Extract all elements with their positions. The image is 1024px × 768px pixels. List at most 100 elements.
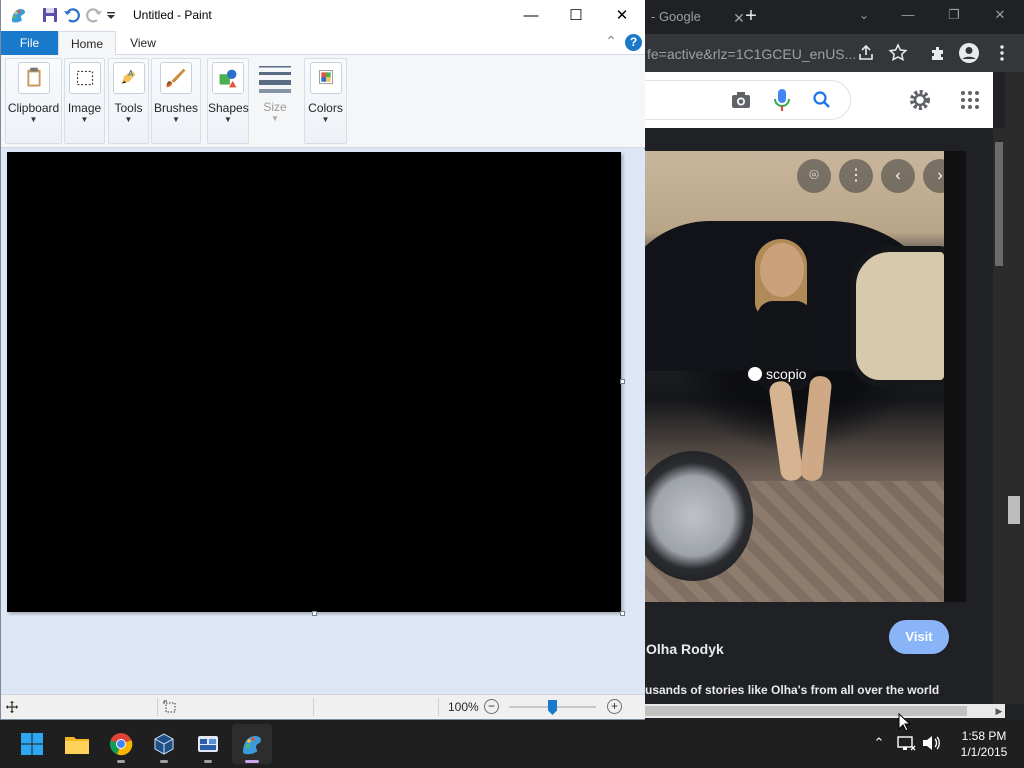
size-label: Size <box>263 100 287 114</box>
more-options-icon[interactable]: ⋮ <box>839 159 873 193</box>
chrome-address-bar: fe=active&rlz=1C1GCEU_enUS... <box>645 34 1024 72</box>
help-icon[interactable]: ? <box>625 34 642 51</box>
shapes-group[interactable]: Shapes ▼ <box>207 58 249 144</box>
photo-face <box>760 243 804 297</box>
tools-label: Tools <box>114 101 143 115</box>
google-search-header <box>625 72 993 128</box>
image-group[interactable]: Image ▼ <box>64 58 105 144</box>
preview-scrollbar-thumb[interactable] <box>995 142 1003 266</box>
chevron-down-icon: ▼ <box>80 115 89 124</box>
clock-time: 1:58 PM <box>961 729 1007 743</box>
shapes-icon <box>212 62 244 94</box>
cursor-position-icon <box>6 701 18 713</box>
clock-date: 1/1/2015 <box>960 745 1008 759</box>
tools-pencil-icon: A <box>112 62 145 94</box>
page-scrollbar-thumb[interactable] <box>1008 496 1020 524</box>
zoom-slider-thumb[interactable] <box>548 700 557 715</box>
svg-text:A: A <box>128 69 134 78</box>
page-scrollbar[interactable] <box>1005 72 1024 704</box>
paint-title-bar: Untitled - Paint — ☐ ✕ <box>1 0 645 31</box>
profile-avatar-icon[interactable] <box>958 42 980 64</box>
visit-button[interactable]: Visit <box>889 620 949 654</box>
colors-group[interactable]: Colors ▼ <box>304 58 347 144</box>
mouse-cursor-icon <box>898 713 912 732</box>
size-lines-icon <box>259 66 291 93</box>
settings-gear-icon[interactable] <box>908 88 932 112</box>
chrome-menu-icon[interactable] <box>991 42 1013 64</box>
tab-view[interactable]: View <box>121 31 165 55</box>
search-icon[interactable] <box>812 90 832 110</box>
preview-photo[interactable]: ⌾ ⋮ ‹ › scopio <box>645 151 944 602</box>
resize-handle-right[interactable] <box>620 379 625 384</box>
photo-author-name[interactable]: Olha Rodyk <box>646 641 724 657</box>
collapse-ribbon-icon[interactable]: ⌃ <box>602 33 620 53</box>
scroll-right-arrow-icon[interactable]: ▶ <box>993 704 1005 718</box>
tools-group[interactable]: A Tools ▼ <box>108 58 149 144</box>
tray-overflow-icon[interactable]: ⌃ <box>868 732 890 754</box>
next-image-icon[interactable]: › <box>923 159 944 193</box>
google-apps-grid-icon[interactable] <box>960 90 980 110</box>
watermark-text: scopio <box>766 366 807 382</box>
brushes-group[interactable]: Brushes ▼ <box>151 58 201 144</box>
preview-scrollbar[interactable] <box>993 128 1005 704</box>
canvas-workspace <box>1 149 645 694</box>
file-tab[interactable]: File <box>1 31 58 55</box>
chrome-logo-icon <box>109 733 133 756</box>
previous-image-icon[interactable]: ‹ <box>881 159 915 193</box>
taskbar-chrome[interactable] <box>101 724 141 764</box>
chrome-restore-button[interactable]: ❐ <box>931 0 977 30</box>
taskbar-app[interactable] <box>188 724 228 764</box>
chrome-tab-search-icon[interactable]: ⌄ <box>841 0 887 30</box>
app-tiles-icon <box>198 736 218 752</box>
resize-handle-bottom[interactable] <box>312 611 317 616</box>
chevron-down-icon: ▼ <box>224 115 232 124</box>
clipboard-label: Clipboard <box>7 101 60 115</box>
camera-search-icon[interactable] <box>730 90 752 110</box>
zoom-out-button[interactable]: − <box>484 699 499 714</box>
horizontal-scrollbar[interactable]: ▶ <box>645 704 1005 718</box>
paint-window: Untitled - Paint — ☐ ✕ File Home View ⌃ … <box>0 0 645 720</box>
folder-icon <box>65 737 89 754</box>
network-icon[interactable] <box>895 732 917 754</box>
status-divider <box>313 698 314 716</box>
paint-maximize-button[interactable]: ☐ <box>553 0 599 31</box>
taskbar-file-explorer[interactable] <box>57 724 97 764</box>
paint-close-button[interactable]: ✕ <box>599 0 645 31</box>
url-text[interactable]: fe=active&rlz=1C1GCEU_enUS... <box>647 42 855 66</box>
chevron-down-icon: ▼ <box>321 115 330 124</box>
share-icon[interactable] <box>855 42 877 64</box>
paint-minimize-button[interactable]: — <box>508 0 554 31</box>
photo-side-strip <box>944 151 966 602</box>
drawing-canvas[interactable] <box>7 152 621 612</box>
tab-home[interactable]: Home <box>58 31 116 56</box>
cube-icon <box>154 733 174 755</box>
running-indicator <box>160 760 168 763</box>
voice-search-mic-icon[interactable] <box>773 88 791 112</box>
chrome-close-button[interactable]: ✕ <box>977 0 1023 30</box>
extensions-puzzle-icon[interactable] <box>927 42 949 64</box>
bookmark-star-icon[interactable] <box>887 42 909 64</box>
horizontal-scrollbar-thumb[interactable] <box>645 706 967 716</box>
new-tab-button[interactable]: + <box>737 4 765 30</box>
customize-quick-access-icon[interactable] <box>105 6 117 24</box>
chrome-minimize-button[interactable]: — <box>885 0 931 30</box>
resize-handle-corner[interactable] <box>620 611 625 616</box>
clipboard-group[interactable]: Clipboard ▼ <box>5 58 62 144</box>
photo-description: usands of stories like Olha's from all o… <box>645 683 940 697</box>
save-icon[interactable] <box>41 6 59 24</box>
start-button[interactable] <box>12 724 52 764</box>
system-clock[interactable]: 1:58 PM 1/1/2015 <box>952 728 1016 760</box>
google-lens-icon[interactable]: ⌾ <box>797 159 831 193</box>
paint-status-bar: 100% − + <box>1 694 645 719</box>
active-indicator <box>245 760 259 763</box>
zoom-in-button[interactable]: + <box>607 699 622 714</box>
photo-watermark: scopio <box>748 365 806 383</box>
taskbar-virtualbox[interactable] <box>144 724 184 764</box>
undo-icon[interactable] <box>63 6 81 24</box>
home-ribbon: Clipboard ▼ Image ▼ A Tools ▼ Brushes ▼ <box>1 55 645 148</box>
chevron-down-icon: ▼ <box>124 115 133 124</box>
redo-icon[interactable] <box>85 6 103 24</box>
volume-icon[interactable] <box>920 732 942 754</box>
running-indicator <box>204 760 212 763</box>
taskbar-paint[interactable] <box>232 724 272 764</box>
